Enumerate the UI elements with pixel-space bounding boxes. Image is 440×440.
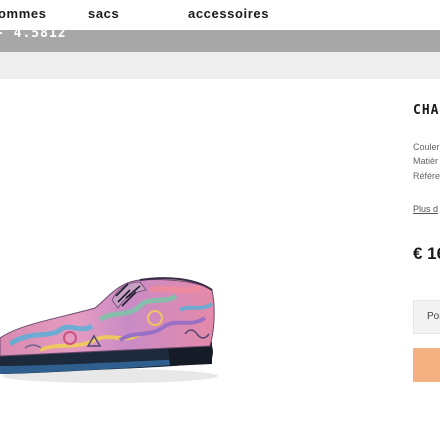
promo-text: - 4.5812 — [0, 30, 67, 41]
nav-item-sacs[interactable]: sacs — [88, 6, 119, 21]
product-title: CHAU — [413, 103, 440, 118]
size-select[interactable]: Poi — [413, 300, 440, 334]
nav-item-accessoires[interactable]: accessoires — [188, 6, 269, 21]
breadcrumb-band — [0, 52, 440, 79]
nav-item-hommes[interactable]: ommes — [0, 6, 47, 21]
size-select-placeholder: Poi — [427, 311, 440, 322]
more-details-link[interactable]: Plus d — [413, 204, 438, 214]
add-to-cart-button[interactable] — [413, 348, 440, 382]
top-navigation: ommes sacs accessoires — [0, 0, 440, 30]
product-image[interactable] — [0, 260, 230, 390]
product-reference-label: Référe — [413, 171, 440, 181]
promo-banner: - 4.5812 — [0, 30, 440, 52]
product-price: € 16 — [413, 244, 440, 263]
product-material-label: Matièr — [413, 156, 439, 166]
product-color-label: Couler — [413, 142, 440, 152]
oxford-shoe-image — [0, 277, 218, 383]
